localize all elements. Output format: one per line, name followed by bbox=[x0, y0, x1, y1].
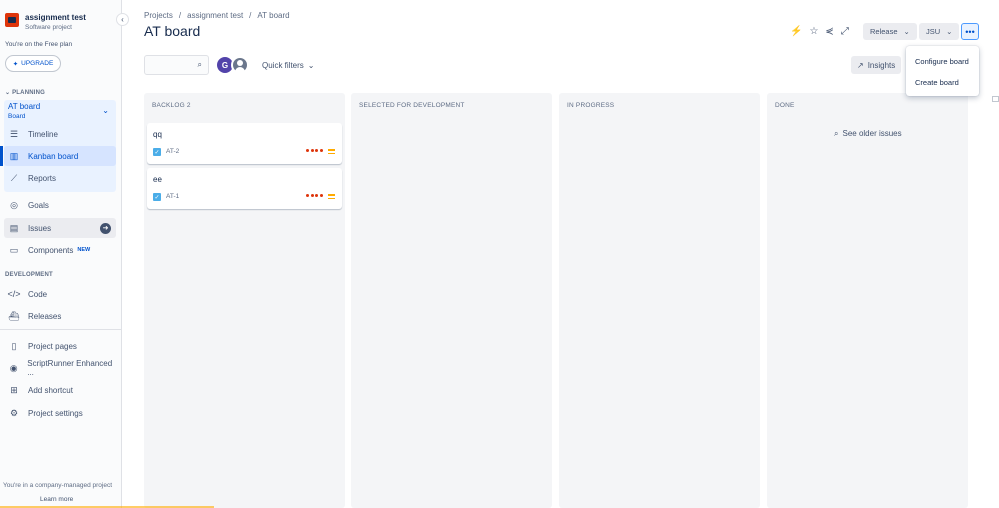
insights-button[interactable]: ↗ Insights bbox=[851, 56, 902, 74]
kanban-icon: ▥ bbox=[9, 150, 19, 161]
arrow-right-icon[interactable]: ➜ bbox=[100, 222, 111, 234]
settings-icon: ⚙ bbox=[9, 407, 19, 418]
sidebar-item-reports[interactable]: ⟋ Reports bbox=[4, 168, 116, 188]
goals-icon: ◎ bbox=[10, 199, 18, 210]
board-column-backlog: BACKLOG 2 qq ✓ AT-2 ee ✓ AT-1 bbox=[144, 93, 345, 508]
sidebar-item-issues[interactable]: ▤ Issues ➜ bbox=[4, 218, 116, 238]
priority-medium-icon bbox=[328, 193, 335, 200]
dots-icon bbox=[306, 149, 323, 152]
planning-section-label[interactable]: ⌄ PLANNING bbox=[5, 89, 45, 96]
board-selector-subtitle: Board bbox=[8, 113, 26, 120]
sidebar-item-releases[interactable]: ⛴ Releases bbox=[4, 306, 116, 326]
chevron-down-icon: ⌄ bbox=[903, 27, 910, 36]
share-icon[interactable]: ⋞ bbox=[825, 26, 833, 37]
timeline-icon: ☰ bbox=[9, 128, 19, 139]
column-title: IN PROGRESS bbox=[567, 102, 615, 109]
card-key[interactable]: AT-2 bbox=[166, 148, 179, 155]
sidebar-item-components[interactable]: ▭ Components NEW bbox=[4, 240, 116, 260]
page-title: AT board bbox=[144, 23, 201, 39]
breadcrumb-separator: / bbox=[249, 11, 252, 20]
scrollbar[interactable] bbox=[992, 96, 999, 102]
upgrade-label: UPGRADE bbox=[21, 60, 54, 67]
board-column-selected: SELECTED FOR DEVELOPMENT bbox=[351, 93, 552, 508]
priority-medium-icon bbox=[328, 148, 335, 155]
sidebar-divider bbox=[0, 329, 121, 330]
sidebar: assignment test Software project You're … bbox=[0, 0, 122, 508]
board-actions-menu: Configure board Create board bbox=[906, 46, 979, 96]
sidebar-item-project-pages[interactable]: ▯ Project pages bbox=[4, 336, 116, 356]
company-managed-note: You're in a company-managed project bbox=[3, 482, 113, 489]
upgrade-button[interactable]: ✦ UPGRADE bbox=[5, 55, 61, 72]
sidebar-item-code[interactable]: </> Code bbox=[4, 284, 116, 304]
expand-icon[interactable]: ⤢ bbox=[841, 26, 849, 37]
project-header[interactable]: assignment test Software project bbox=[5, 13, 86, 32]
chevron-down-icon: ⌄ bbox=[5, 90, 11, 96]
sidebar-item-goals[interactable]: ◎ Goals bbox=[4, 195, 116, 215]
column-title: SELECTED FOR DEVELOPMENT bbox=[359, 102, 465, 109]
project-avatar bbox=[5, 13, 19, 27]
add-shortcut-icon: ⊞ bbox=[10, 384, 18, 395]
breadcrumb: Projects / assignment test / AT board bbox=[144, 11, 290, 20]
chevron-down-icon: ⌄ bbox=[946, 27, 953, 36]
breadcrumb-project[interactable]: assignment test bbox=[187, 11, 243, 20]
sidebar-item-add-shortcut[interactable]: ⊞ Add shortcut bbox=[4, 380, 116, 400]
menu-item-create-board[interactable]: Create board bbox=[906, 72, 979, 93]
card-summary: qq bbox=[153, 130, 162, 139]
board-column-done: DONE bbox=[767, 93, 968, 508]
card-summary: ee bbox=[153, 175, 162, 184]
quick-filters-button[interactable]: Quick filters ⌄ bbox=[262, 61, 315, 70]
scriptrunner-icon: ◉ bbox=[9, 362, 18, 373]
menu-item-configure-board[interactable]: Configure board bbox=[906, 51, 979, 72]
new-badge: NEW bbox=[77, 247, 91, 253]
lightning-icon[interactable]: ⚡ bbox=[790, 26, 802, 37]
chevron-down-icon: ⌄ bbox=[307, 61, 315, 70]
star-icon[interactable]: ☆ bbox=[809, 26, 818, 37]
task-checkbox-icon: ✓ bbox=[153, 193, 161, 201]
column-title: DONE bbox=[775, 102, 795, 109]
free-plan-text: You're on the Free plan bbox=[5, 41, 73, 48]
task-checkbox-icon: ✓ bbox=[153, 148, 161, 156]
dots-icon bbox=[306, 194, 323, 197]
releases-icon: ⛴ bbox=[8, 310, 20, 321]
components-icon: ▭ bbox=[9, 244, 19, 255]
sparkle-icon: ✦ bbox=[12, 60, 19, 68]
search-icon: ⌕ bbox=[834, 129, 839, 138]
header-actions: ⚡ ☆ ⋞ ⤢ bbox=[790, 26, 849, 37]
card-key[interactable]: AT-1 bbox=[166, 193, 179, 200]
board-selector-name: AT board bbox=[8, 102, 41, 111]
collapse-sidebar-button[interactable]: ‹ bbox=[116, 13, 129, 26]
sidebar-item-project-settings[interactable]: ⚙ Project settings bbox=[4, 403, 116, 423]
issues-icon: ▤ bbox=[9, 222, 19, 233]
board-column-in-progress: IN PROGRESS bbox=[559, 93, 760, 508]
jsu-button[interactable]: JSU ⌄ bbox=[919, 23, 960, 40]
breadcrumb-board[interactable]: AT board bbox=[257, 11, 289, 20]
column-title: BACKLOG 2 bbox=[152, 102, 191, 109]
development-section-label: DEVELOPMENT bbox=[5, 272, 53, 278]
reports-icon: ⟋ bbox=[10, 172, 18, 183]
chevron-down-icon[interactable]: ⌄ bbox=[102, 106, 109, 115]
breadcrumb-separator: / bbox=[178, 11, 182, 20]
search-input[interactable]: ⌕ bbox=[144, 55, 209, 75]
breadcrumb-projects[interactable]: Projects bbox=[144, 11, 173, 20]
search-icon: ⌕ bbox=[197, 60, 202, 69]
unassigned-avatar[interactable] bbox=[231, 56, 249, 74]
sidebar-item-timeline[interactable]: ☰ Timeline bbox=[4, 124, 116, 144]
issue-card[interactable]: ee ✓ AT-1 bbox=[147, 168, 342, 209]
code-icon: </> bbox=[7, 289, 21, 299]
project-type: Software project bbox=[25, 24, 72, 31]
page-icon: ▯ bbox=[11, 340, 17, 351]
see-older-issues-link[interactable]: ⌕ See older issues bbox=[834, 129, 902, 139]
project-name: assignment test bbox=[25, 13, 86, 22]
more-actions-button[interactable]: ••• bbox=[961, 23, 979, 40]
learn-more-link[interactable]: Learn more bbox=[40, 496, 73, 503]
sidebar-item-kanban-board[interactable]: ▥ Kanban board bbox=[4, 146, 116, 166]
sidebar-item-scriptrunner[interactable]: ◉ ScriptRunner Enhanced ... bbox=[4, 358, 116, 378]
release-button[interactable]: Release ⌄ bbox=[863, 23, 917, 40]
active-indicator bbox=[0, 146, 3, 166]
board-selector[interactable]: AT board Board bbox=[8, 102, 40, 121]
issue-card[interactable]: qq ✓ AT-2 bbox=[147, 123, 342, 164]
insights-icon: ↗ bbox=[857, 60, 864, 70]
